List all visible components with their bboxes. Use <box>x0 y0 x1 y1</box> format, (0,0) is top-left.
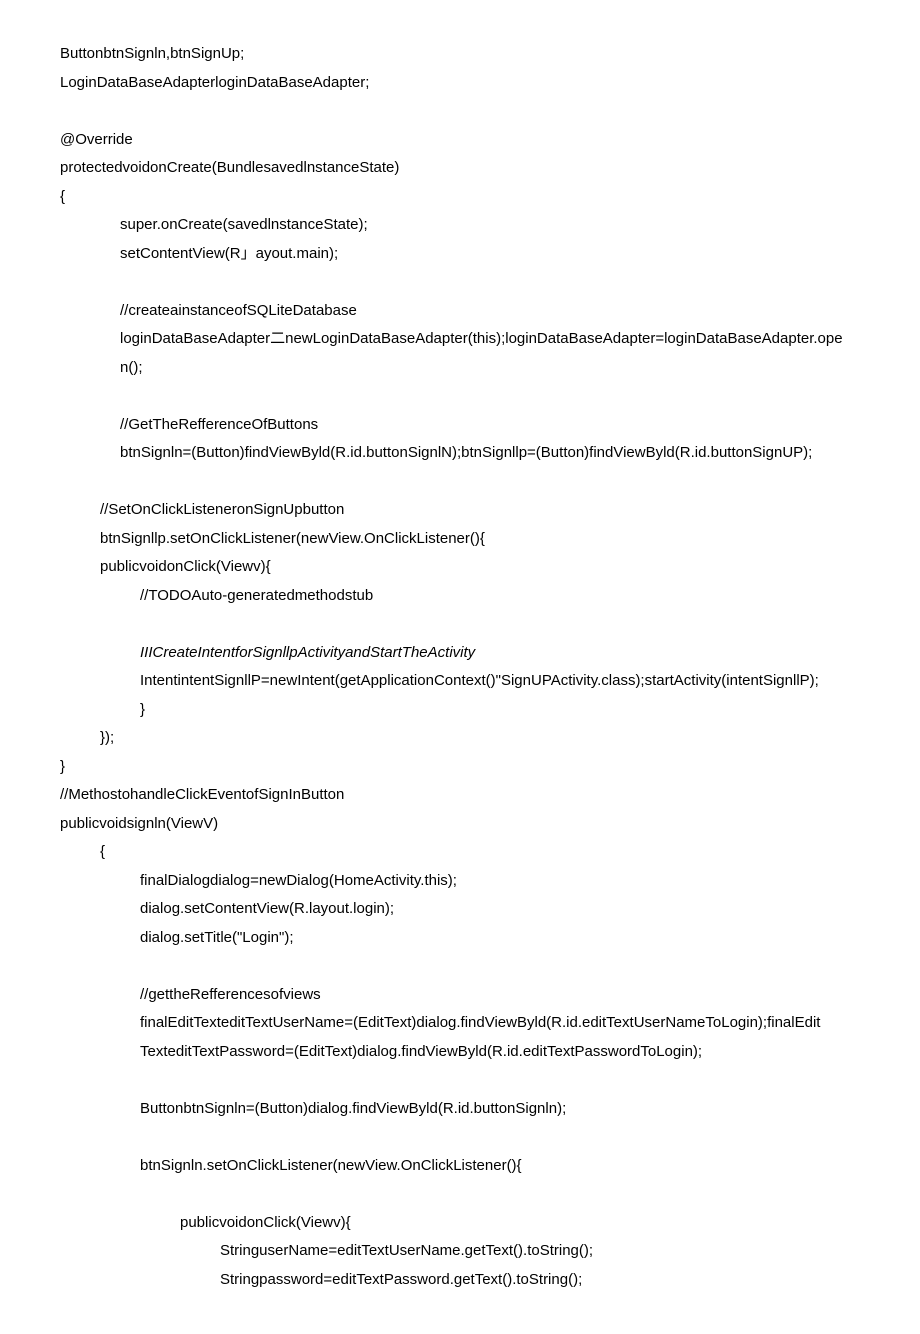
code-line <box>60 268 860 297</box>
code-line <box>60 382 860 411</box>
code-line <box>60 1180 860 1209</box>
code-line: setContentView(R」ayout.main); <box>60 240 860 269</box>
code-line: publicvoidonClick(Viewv){ <box>60 1209 860 1238</box>
code-line: publicvoidonClick(Viewv){ <box>60 553 860 582</box>
code-line: protectedvoidonCreate(Bundlesavedlnstanc… <box>60 154 860 183</box>
code-line <box>60 952 860 981</box>
code-line: n(); <box>60 354 860 383</box>
code-line: ButtonbtnSignln=(Button)dialog.findViewB… <box>60 1095 860 1124</box>
code-line: LoginDataBaseAdapterloginDataBaseAdapter… <box>60 69 860 98</box>
code-line <box>60 468 860 497</box>
code-line: TexteditTextPassword=(EditText)dialog.fi… <box>60 1038 860 1067</box>
code-line: IntentintentSignllP=newIntent(getApplica… <box>60 667 860 696</box>
code-line: publicvoidsignln(ViewV) <box>60 810 860 839</box>
code-line: { <box>60 183 860 212</box>
code-line: } <box>60 696 860 725</box>
code-line: { <box>60 838 860 867</box>
code-line: super.onCreate(savedlnstanceState); <box>60 211 860 240</box>
code-line <box>60 97 860 126</box>
code-line: loginDataBaseAdapter二newLoginDataBaseAda… <box>60 325 860 354</box>
code-line: btnSignllp.setOnClickListener(newView.On… <box>60 525 860 554</box>
code-line: btnSignln=(Button)findViewByld(R.id.butt… <box>60 439 860 468</box>
code-document: ButtonbtnSignln,btnSignUp;LoginDataBaseA… <box>60 40 860 1294</box>
code-line: dialog.setContentView(R.layout.login); <box>60 895 860 924</box>
code-line: btnSignln.setOnClickListener(newView.OnC… <box>60 1152 860 1181</box>
code-line: dialog.setTitle("Login"); <box>60 924 860 953</box>
code-line: //createainstanceofSQLiteDatabase <box>60 297 860 326</box>
code-line: //SetOnClickListeneronSignUpbutton <box>60 496 860 525</box>
code-line: Stringpassword=editTextPassword.getText(… <box>60 1266 860 1295</box>
code-line: @Override <box>60 126 860 155</box>
code-line: finalDialogdialog=newDialog(HomeActivity… <box>60 867 860 896</box>
code-line: } <box>60 753 860 782</box>
code-line: //gettheRefferencesofviews <box>60 981 860 1010</box>
code-line: //TODOAuto-generatedmethodstub <box>60 582 860 611</box>
code-line: //GetTheRefferenceOfButtons <box>60 411 860 440</box>
code-line <box>60 1066 860 1095</box>
code-line: StringuserName=editTextUserName.getText(… <box>60 1237 860 1266</box>
code-line <box>60 1123 860 1152</box>
code-line: ButtonbtnSignln,btnSignUp; <box>60 40 860 69</box>
code-line: }); <box>60 724 860 753</box>
code-line: //MethostohandleClickEventofSignInButton <box>60 781 860 810</box>
code-line: IIICreateIntentforSignllpActivityandStar… <box>60 639 860 668</box>
code-line: finalEditTexteditTextUserName=(EditText)… <box>60 1009 860 1038</box>
code-line <box>60 610 860 639</box>
